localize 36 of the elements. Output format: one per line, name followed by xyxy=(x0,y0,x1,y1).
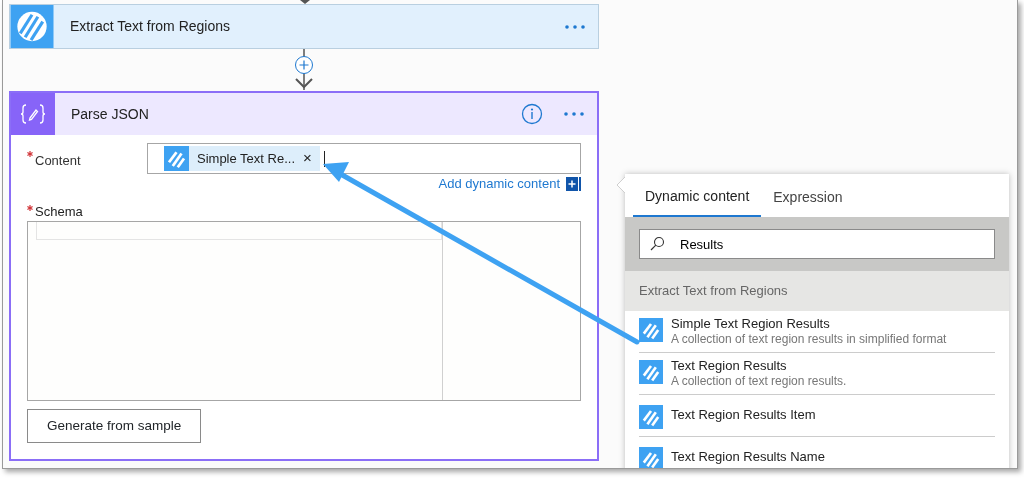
search-field[interactable]: Results xyxy=(639,229,995,259)
token-icon xyxy=(164,146,189,171)
item-icon xyxy=(639,318,663,342)
group-title: Extract Text from Regions xyxy=(639,282,788,301)
more-icon[interactable] xyxy=(564,23,586,30)
schema-editor[interactable] xyxy=(27,221,581,401)
info-icon[interactable] xyxy=(521,103,543,125)
panel-tab[interactable]: Expression xyxy=(761,174,855,217)
item-icon xyxy=(639,404,663,429)
token-label: Simple Text Re... xyxy=(197,149,296,168)
step-title: Parse JSON xyxy=(71,104,150,124)
item-title: Text Region Results xyxy=(671,358,788,375)
item-description: A collection of text region results. xyxy=(671,374,847,390)
generate-button[interactable]: Generate from sample xyxy=(27,409,202,444)
add-icon[interactable] xyxy=(566,176,581,191)
item-description: A collection of text region results in simplified format xyxy=(671,332,947,348)
item-title: Text Region Results Name xyxy=(671,449,825,466)
step-title: Extract Text from Regions xyxy=(70,17,232,36)
field-label: Content xyxy=(35,152,81,170)
item-icon xyxy=(639,360,663,384)
item-title: Simple Text Region Results xyxy=(671,316,831,333)
dynamic-content-item[interactable]: Text Region Results A collection of text region results. xyxy=(639,353,995,395)
add-dynamic-content-link[interactable]: Add dynamic content xyxy=(438,174,560,194)
more-icon[interactable] xyxy=(563,111,585,117)
arrow-tip-icon xyxy=(300,0,310,4)
item-title: Text Region Results Item xyxy=(671,407,816,424)
dynamic-content-item[interactable]: Text Region Results Item xyxy=(639,395,995,437)
search-icon xyxy=(649,236,665,252)
action-icon xyxy=(10,5,54,48)
field-label: Schema xyxy=(35,202,83,221)
text-cursor xyxy=(323,150,325,167)
dynamic-content-item[interactable]: Simple Text Region Results A collection of text region results in simplified format xyxy=(639,311,995,353)
content-field[interactable]: Simple Text Re... × xyxy=(147,143,581,174)
dynamic-content-item[interactable]: Text Region Results Name xyxy=(639,437,995,468)
remove-token-button[interactable]: × xyxy=(303,147,312,170)
token-chip[interactable]: Simple Text Re... × xyxy=(164,146,320,171)
